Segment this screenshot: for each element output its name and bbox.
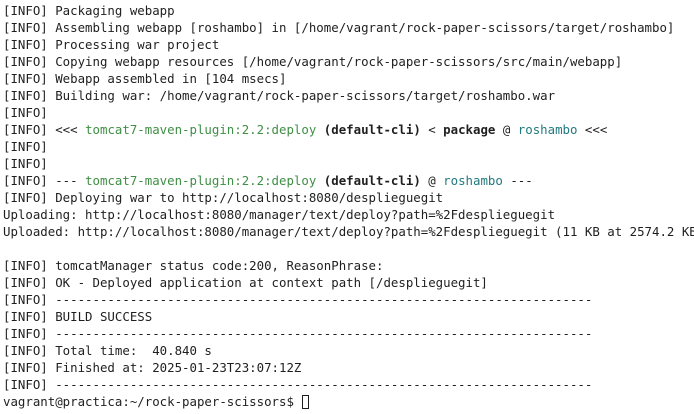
output-line: [INFO] Assembling webapp [roshambo] in [… (3, 20, 675, 35)
output-line: [INFO] (3, 139, 48, 154)
output-line: [INFO] Finished at: 2025-01-23T23:07:12Z (3, 360, 302, 375)
output-line: [INFO] BUILD SUCCESS (3, 309, 153, 324)
plugin-project: roshambo (517, 122, 578, 137)
plugin-phase: package (443, 122, 496, 137)
output-line: [INFO] (3, 156, 48, 171)
terminal-window[interactable]: [INFO] Packaging webapp [INFO] Assemblin… (0, 0, 694, 414)
output-line: [INFO] ---------------------------------… (3, 326, 593, 341)
plugin-at: @ (420, 173, 444, 188)
plugin-goal: tomcat7-maven-plugin:2.2:deploy (85, 173, 317, 188)
plugin-line-exec: [INFO] --- tomcat7-maven-plugin:2.2:depl… (3, 172, 694, 189)
output-line: [INFO] OK - Deployed application at cont… (3, 275, 488, 290)
output-line: [INFO] ---------------------------------… (3, 377, 593, 392)
output-line: [INFO] Webapp assembled in [104 msecs] (3, 71, 287, 86)
output-line: [INFO] Building war: /home/vagrant/rock-… (3, 88, 556, 103)
plugin-execution-id: (default-cli) (323, 173, 421, 188)
output-line: [INFO] Deploying war to http://localhost… (3, 190, 444, 205)
output-block-a: [INFO] Packaging webapp [INFO] Assemblin… (3, 2, 694, 121)
output-line: [INFO] Packaging webapp (3, 3, 175, 18)
output-line: [INFO] Copying webapp resources [/home/v… (3, 54, 623, 69)
output-line: [INFO] Processing war project (3, 37, 220, 52)
output-line: [INFO] Total time: 40.840 s (3, 343, 212, 358)
shell-prompt-line[interactable]: vagrant@practica:~/rock-paper-scissors$ (3, 393, 694, 410)
output-line: Uploading: http://localhost:8080/manager… (3, 207, 556, 222)
output-block-b: [INFO] [INFO] (3, 138, 694, 172)
output-line: Uploaded: http://localhost:8080/manager/… (3, 224, 694, 239)
plugin-goal: tomcat7-maven-plugin:2.2:deploy (85, 122, 317, 137)
plugin-at: @ (495, 122, 518, 137)
plugin-line-suffix: --- (502, 173, 533, 188)
plugin-line-suffix: <<< (577, 122, 608, 137)
plugin-project: roshambo (443, 173, 503, 188)
plugin-space (316, 173, 323, 188)
output-line: [INFO] (3, 105, 48, 120)
plugin-space (316, 122, 323, 137)
output-block-c: [INFO] Deploying war to http://localhost… (3, 189, 694, 393)
cursor-icon (302, 395, 310, 409)
shell-prompt: vagrant@practica:~/rock-paper-scissors$ (3, 394, 302, 409)
plugin-line-prefix: [INFO] <<< (3, 122, 86, 137)
plugin-line-pre: [INFO] <<< tomcat7-maven-plugin:2.2:depl… (3, 121, 694, 138)
output-line: [INFO] ---------------------------------… (3, 292, 593, 307)
plugin-line-prefix: [INFO] --- (3, 173, 86, 188)
plugin-separator: < (420, 122, 444, 137)
plugin-execution-id: (default-cli) (323, 122, 421, 137)
output-line: [INFO] tomcatManager status code:200, Re… (3, 258, 384, 273)
